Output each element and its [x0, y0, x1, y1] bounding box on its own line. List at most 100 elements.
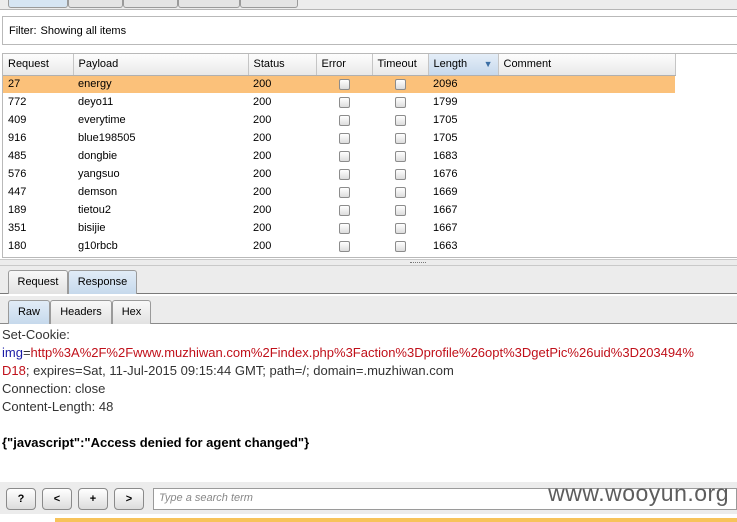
cell-length: 1683: [433, 150, 458, 162]
cell-timeout: [372, 237, 428, 255]
tab-positions[interactable]: [123, 0, 178, 8]
help-button[interactable]: ?: [6, 488, 36, 510]
tab-target[interactable]: [68, 0, 123, 8]
cell-timeout: [372, 111, 428, 129]
table-header-row: Request Payload Status Error Timeout ▼ Le…: [3, 54, 676, 76]
results-table-container: Request Payload Status Error Timeout ▼ Le…: [2, 53, 737, 258]
table-row[interactable]: 189 tietou2 200 1667: [3, 201, 675, 219]
table-row[interactable]: 485 dongbie 200 1683: [3, 147, 675, 165]
cell-comment: [498, 219, 675, 237]
sort-descending-icon: ▼: [483, 59, 493, 70]
cell-status: 200: [253, 240, 272, 252]
cell-comment: [498, 237, 675, 255]
cell-status: 200: [253, 222, 272, 234]
error-checkbox: [338, 186, 350, 198]
table-row[interactable]: 180 g10rbcb 200 1663: [3, 237, 675, 255]
cell-timeout: [372, 129, 428, 147]
cell-error: [316, 129, 372, 147]
timeout-checkbox: [394, 186, 406, 198]
cell-timeout: [372, 147, 428, 165]
tab-results[interactable]: [8, 0, 68, 8]
response-connection-header: Connection: close: [2, 381, 106, 396]
error-checkbox: [338, 168, 350, 180]
cell-error: [316, 219, 372, 237]
cell-request: 485: [8, 150, 27, 162]
table-row[interactable]: 447 demson 200 1669: [3, 183, 675, 201]
column-header-error[interactable]: Error: [316, 54, 373, 76]
cell-payload: tietou2: [78, 204, 112, 216]
cell-timeout: [372, 93, 428, 111]
column-header-length[interactable]: ▼ Length: [428, 54, 499, 76]
tab-headers[interactable]: Headers: [50, 300, 112, 324]
timeout-checkbox: [394, 114, 406, 126]
cell-payload: yangsuo: [78, 168, 120, 180]
cell-comment: [498, 75, 675, 93]
column-header-request[interactable]: Request: [3, 54, 74, 76]
table-row[interactable]: 351 bisijie 200 1667: [3, 219, 675, 237]
response-cookie-line: img=http%3A%2F%2Fwww.muzhiwan.com%2Finde…: [2, 344, 737, 362]
cell-request: 447: [8, 186, 27, 198]
cell-timeout: [372, 201, 428, 219]
column-header-timeout[interactable]: Timeout: [372, 54, 429, 76]
previous-button[interactable]: <: [42, 488, 72, 510]
tab-hex[interactable]: Hex: [112, 300, 151, 324]
next-button[interactable]: >: [114, 488, 144, 510]
cell-request: 772: [8, 96, 27, 108]
tab-request[interactable]: Request: [8, 270, 68, 294]
column-header-length-label: Length: [433, 58, 468, 71]
filter-value: Showing all items: [40, 25, 127, 37]
tab-payloads[interactable]: [178, 0, 240, 8]
cell-status: 200: [253, 96, 272, 108]
cell-length: 1705: [433, 132, 458, 144]
timeout-checkbox: [394, 150, 406, 162]
splitter-grip-icon[interactable]: [410, 262, 426, 264]
column-header-payload[interactable]: Payload: [73, 54, 249, 76]
table-row[interactable]: 916 blue198505 200 1705: [3, 129, 675, 147]
column-header-status[interactable]: Status: [248, 54, 317, 76]
cell-request: 27: [3, 75, 73, 93]
cell-request: 576: [8, 168, 27, 180]
cell-length: 1676: [433, 168, 458, 180]
table-row[interactable]: 772 deyo11 200 1799: [3, 93, 675, 111]
cell-status: 200: [253, 204, 272, 216]
cell-payload: blue198505: [78, 132, 136, 144]
cell-comment: [498, 183, 675, 201]
pane-splitter[interactable]: [0, 259, 737, 266]
tab-raw[interactable]: Raw: [8, 300, 50, 324]
timeout-checkbox: [394, 96, 406, 108]
cell-payload: demson: [78, 186, 118, 198]
column-header-comment[interactable]: Comment: [498, 54, 676, 76]
add-button[interactable]: +: [78, 488, 108, 510]
cookie-name: img: [2, 345, 23, 360]
timeout-checkbox: [394, 132, 406, 144]
message-tab-bar: Request Response: [0, 266, 737, 294]
table-row[interactable]: 576 yangsuo 200 1676: [3, 165, 675, 183]
tab-options[interactable]: [240, 0, 298, 8]
tab-response[interactable]: Response: [68, 270, 137, 294]
cell-comment: [498, 111, 675, 129]
cell-status: 200: [248, 75, 316, 93]
results-table: Request Payload Status Error Timeout ▼ Le…: [3, 54, 676, 255]
cell-request: 409: [8, 114, 27, 126]
error-checkbox: [338, 78, 350, 90]
cookie-attributes: ; expires=Sat, 11-Jul-2015 09:15:44 GMT;…: [25, 363, 454, 378]
error-checkbox: [338, 114, 350, 126]
status-strip: [55, 518, 737, 522]
table-row[interactable]: 409 everytime 200 1705: [3, 111, 675, 129]
filter-bar[interactable]: Filter: Showing all items: [2, 16, 737, 45]
error-checkbox: [338, 132, 350, 144]
cell-error: [316, 147, 372, 165]
cell-length: 2096: [428, 75, 498, 93]
cell-error: [316, 183, 372, 201]
table-row[interactable]: 27 energy 200 2096: [3, 75, 675, 93]
cookie-value: http%3A%2F%2Fwww.muzhiwan.com%2Findex.ph…: [30, 345, 694, 360]
cell-request: 916: [8, 132, 27, 144]
cell-comment: [498, 129, 675, 147]
error-checkbox: [338, 150, 350, 162]
cell-timeout: [372, 183, 428, 201]
filter-label: Filter:: [9, 25, 37, 37]
cookie-value-continued: D18: [2, 363, 26, 378]
response-raw-view[interactable]: Set-Cookie: img=http%3A%2F%2Fwww.muzhiwa…: [0, 326, 737, 476]
cell-payload: deyo11: [78, 96, 114, 108]
